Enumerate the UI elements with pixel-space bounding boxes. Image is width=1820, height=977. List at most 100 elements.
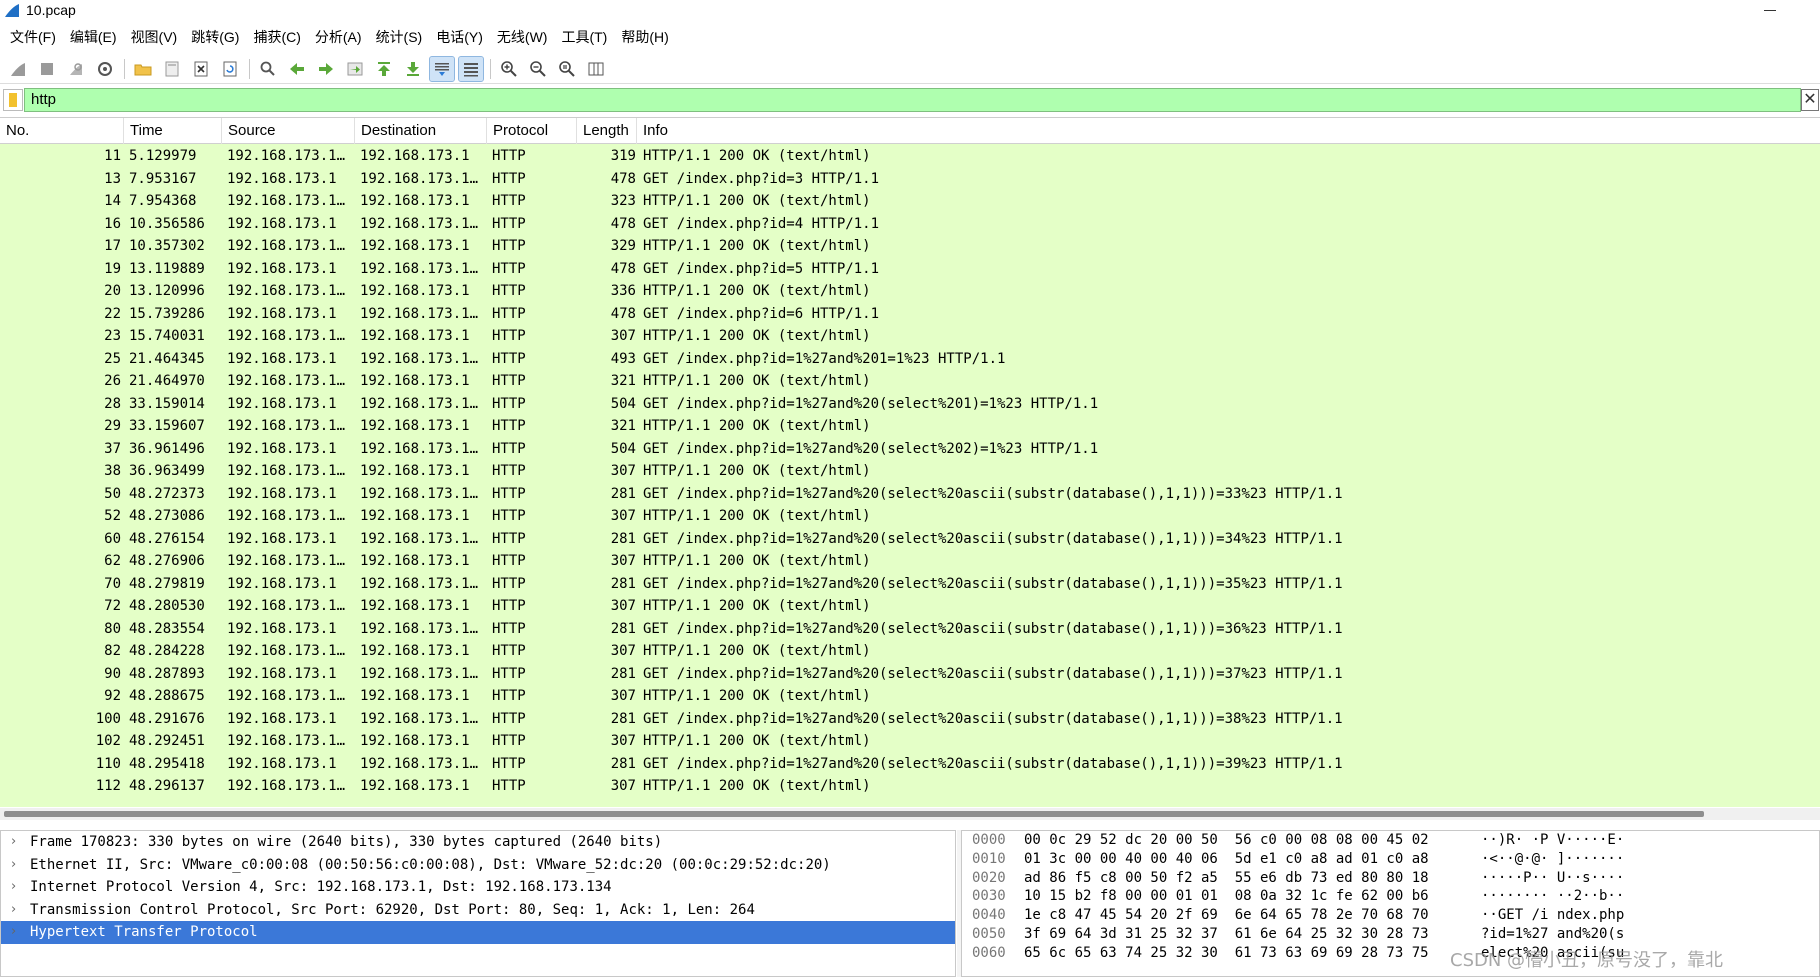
menu-help[interactable]: 帮助(H): [617, 27, 678, 47]
expand-chevron-icon[interactable]: ›: [11, 831, 16, 854]
scrollbar-thumb[interactable]: [4, 811, 1704, 817]
packet-row[interactable]: 29 33.159607 192.168.173.1… 192.168.173.1 HT…: [0, 415, 1820, 438]
menu-statistics[interactable]: 统计(S): [372, 27, 433, 47]
detail-tree-item[interactable]: › Ethernet II, Src: VMware_c0:00:08 (00:5…: [1, 854, 955, 877]
packet-row[interactable]: 14 7.954368 192.168.173.1… 192.168.173.1 HTT…: [0, 190, 1820, 213]
ascii-bytes[interactable]: ·····P·· U··s····: [1481, 869, 1624, 888]
hex-bytes[interactable]: 10 15 b2 f8 00 00 01 01 08 0a 32 1c fe 6…: [1024, 887, 1429, 906]
menu-view[interactable]: 视图(V): [127, 27, 188, 47]
first-packet-icon[interactable]: [372, 57, 396, 81]
expand-chevron-icon[interactable]: ›: [11, 899, 16, 922]
packet-row[interactable]: 23 15.740031 192.168.173.1… 192.168.173.1 HT…: [0, 325, 1820, 348]
packet-row[interactable]: 19 13.119889 192.168.173.1 192.168.173.1… HT…: [0, 258, 1820, 281]
save-file-icon[interactable]: [160, 57, 184, 81]
menu-tools[interactable]: 工具(T): [557, 27, 617, 47]
hex-bytes[interactable]: ad 86 f5 c8 00 50 f2 a5 55 e6 db 73 ed 8…: [1024, 869, 1429, 888]
hex-offset[interactable]: 0050: [972, 925, 1006, 944]
packet-row[interactable]: 70 48.279819 192.168.173.1 192.168.173.1… HT…: [0, 573, 1820, 596]
ascii-bytes[interactable]: ?id=1%27 and%20(s: [1481, 925, 1624, 944]
packet-row[interactable]: 112 48.296137 192.168.173.1… 192.168.173.1 H…: [0, 775, 1820, 798]
column-header-no[interactable]: No.: [0, 118, 124, 144]
packet-row[interactable]: 100 48.291676 192.168.173.1 192.168.173.1… H…: [0, 708, 1820, 731]
packet-row[interactable]: 72 48.280530 192.168.173.1… 192.168.173.1 HT…: [0, 595, 1820, 618]
menu-telephony[interactable]: 电话(Y): [432, 27, 493, 47]
detail-tree-item[interactable]: › Internet Protocol Version 4, Src: 192.1…: [1, 876, 955, 899]
stop-capture-icon[interactable]: [35, 57, 59, 81]
packet-row[interactable]: 52 48.273086 192.168.173.1… 192.168.173.1 HT…: [0, 505, 1820, 528]
menu-edit[interactable]: 编辑(E): [66, 27, 127, 47]
menu-wireless[interactable]: 无线(W): [493, 27, 558, 47]
detail-tree-item[interactable]: › Transmission Control Protocol, Src Port…: [1, 899, 955, 922]
start-capture-fin-icon[interactable]: [6, 57, 30, 81]
minimize-button[interactable]: [1760, 2, 1780, 18]
ascii-bytes[interactable]: ·<··@·@· ]·······: [1481, 850, 1624, 869]
menu-go[interactable]: 跳转(G): [187, 27, 249, 47]
resize-columns-icon[interactable]: [584, 57, 608, 81]
hex-bytes[interactable]: 00 0c 29 52 dc 20 00 50 56 c0 00 08 08 0…: [1024, 831, 1429, 850]
packet-row[interactable]: 20 13.120996 192.168.173.1… 192.168.173.1 HT…: [0, 280, 1820, 303]
hex-offset[interactable]: 0010: [972, 850, 1006, 869]
last-packet-icon[interactable]: [401, 57, 425, 81]
column-header-protocol[interactable]: Protocol: [487, 118, 577, 144]
colorize-list-icon[interactable]: [458, 55, 484, 82]
packet-row[interactable]: 60 48.276154 192.168.173.1 192.168.173.1… HT…: [0, 528, 1820, 551]
hex-offset[interactable]: 0040: [972, 906, 1006, 925]
hex-bytes[interactable]: 65 6c 65 63 74 25 32 30 61 73 63 69 69 2…: [1024, 944, 1429, 963]
hex-offset[interactable]: 0000: [972, 831, 1006, 850]
hex-bytes[interactable]: 3f 69 64 3d 31 25 32 37 61 6e 64 25 32 3…: [1024, 925, 1429, 944]
hex-offset[interactable]: 0030: [972, 887, 1006, 906]
packet-row[interactable]: 25 21.464345 192.168.173.1 192.168.173.1… HT…: [0, 348, 1820, 371]
packet-row[interactable]: 82 48.284228 192.168.173.1… 192.168.173.1 HT…: [0, 640, 1820, 663]
hex-bytes[interactable]: 01 3c 00 00 40 00 40 06 5d e1 c0 a8 ad 0…: [1024, 850, 1429, 869]
zoom-in-icon[interactable]: [497, 57, 521, 81]
expand-chevron-icon[interactable]: ›: [11, 854, 16, 877]
go-back-arrow-icon[interactable]: [285, 57, 309, 81]
menu-file[interactable]: 文件(F): [6, 27, 66, 47]
go-to-packet-icon[interactable]: [343, 57, 367, 81]
packet-row[interactable]: 37 36.961496 192.168.173.1 192.168.173.1… HT…: [0, 438, 1820, 461]
packet-list-horizontal-scrollbar[interactable]: [0, 808, 1820, 820]
autoscroll-icon[interactable]: [429, 55, 455, 82]
packet-row[interactable]: 22 15.739286 192.168.173.1 192.168.173.1… HT…: [0, 303, 1820, 326]
filter-bookmark-icon[interactable]: [3, 89, 23, 111]
column-header-time[interactable]: Time: [124, 118, 222, 144]
packet-row[interactable]: 102 48.292451 192.168.173.1… 192.168.173.1 H…: [0, 730, 1820, 753]
column-header-length[interactable]: Length: [577, 118, 637, 144]
ascii-bytes[interactable]: ··GET /i ndex.php: [1481, 906, 1624, 925]
packet-row[interactable]: 90 48.287893 192.168.173.1 192.168.173.1… HT…: [0, 663, 1820, 686]
detail-tree-item[interactable]: › Frame 170823: 330 bytes on wire (2640 b…: [1, 831, 955, 854]
close-file-icon[interactable]: [189, 57, 213, 81]
packet-row[interactable]: 13 7.953167 192.168.173.1 192.168.173.1… HTT…: [0, 168, 1820, 191]
filter-clear-icon[interactable]: ✕: [1801, 89, 1819, 111]
packet-row[interactable]: 92 48.288675 192.168.173.1… 192.168.173.1 HT…: [0, 685, 1820, 708]
go-forward-arrow-icon[interactable]: [314, 57, 338, 81]
detail-tree-item[interactable]: › Hypertext Transfer Protocol: [1, 921, 955, 944]
packet-row[interactable]: 17 10.357302 192.168.173.1… 192.168.173.1 HT…: [0, 235, 1820, 258]
packet-row[interactable]: 80 48.283554 192.168.173.1 192.168.173.1… HT…: [0, 618, 1820, 641]
column-header-source[interactable]: Source: [222, 118, 355, 144]
menu-analyze[interactable]: 分析(A): [311, 27, 372, 47]
normal-size-icon[interactable]: [555, 57, 579, 81]
column-header-destination[interactable]: Destination: [355, 118, 487, 144]
packet-row[interactable]: 16 10.356586 192.168.173.1 192.168.173.1… HT…: [0, 213, 1820, 236]
find-packet-search-icon[interactable]: [256, 57, 280, 81]
open-folder-icon[interactable]: [131, 57, 155, 81]
column-header-info[interactable]: Info: [637, 118, 1820, 144]
packet-row[interactable]: 28 33.159014 192.168.173.1 192.168.173.1… HT…: [0, 393, 1820, 416]
packet-row[interactable]: 62 48.276906 192.168.173.1… 192.168.173.1 HT…: [0, 550, 1820, 573]
packet-row[interactable]: 11 5.129979 192.168.173.1… 192.168.173.1 HTT…: [0, 145, 1820, 168]
display-filter-input[interactable]: http: [24, 88, 1801, 112]
restart-capture-icon[interactable]: [64, 57, 88, 81]
hex-offset[interactable]: 0060: [972, 944, 1006, 963]
ascii-bytes[interactable]: ········ ··2··b··: [1481, 887, 1624, 906]
hex-bytes[interactable]: 1e c8 47 45 54 20 2f 69 6e 64 65 78 2e 7…: [1024, 906, 1429, 925]
ascii-bytes[interactable]: ··)R· ·P V·····E·: [1481, 831, 1624, 850]
packet-row[interactable]: 38 36.963499 192.168.173.1… 192.168.173.1 HT…: [0, 460, 1820, 483]
expand-chevron-icon[interactable]: ›: [11, 921, 16, 944]
packet-list[interactable]: No. Time Source Destination Protocol Len…: [0, 117, 1820, 807]
packet-details-pane[interactable]: › Frame 170823: 330 bytes on wire (2640 b…: [0, 830, 956, 977]
packet-row[interactable]: 110 48.295418 192.168.173.1 192.168.173.1… H…: [0, 753, 1820, 776]
hex-offset[interactable]: 0020: [972, 869, 1006, 888]
capture-options-gear-icon[interactable]: [93, 57, 117, 81]
zoom-out-icon[interactable]: [526, 57, 550, 81]
